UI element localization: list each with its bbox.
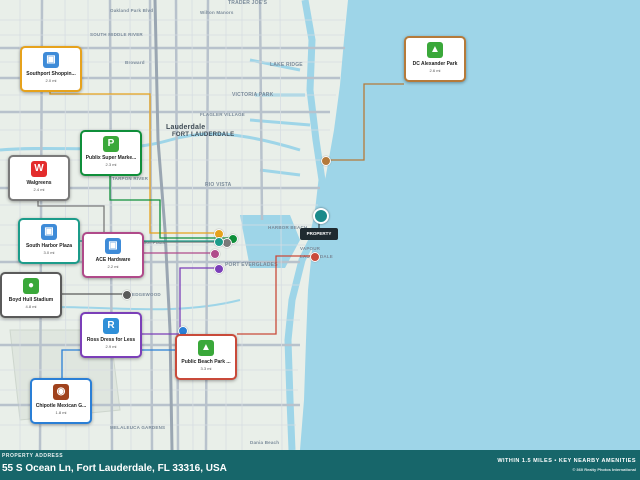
map-label-melaleuca-gardens: MELALEUCA GARDENS [110,425,166,430]
poi-name: ACE Hardware [95,257,131,263]
poi-distance: 2.2 mi [107,264,119,269]
poi-distance: 2.3 mi [105,162,117,167]
shopping-bag-icon: ▣ [41,224,57,240]
map-label-south-middle-river: SOUTH MIDDLE RIVER [90,32,143,37]
map-label-rio-vista: RIO VISTA [205,182,232,188]
poi-pin-3[interactable] [214,237,224,247]
poi-card[interactable]: ▲ Public Beach Park ... 3.3 mi [175,334,237,380]
poi-distance: 2.4 mi [33,187,45,192]
publix-icon: P [103,136,119,152]
poi-distance: 2.0 mi [45,78,57,83]
map-label-tarpon-river: TARPON RIVER [112,176,149,181]
poi-name: Boyd Hull Stadium [8,297,54,303]
walgreens-icon: W [31,161,47,177]
map-label-dania-beach: Dania Beach [250,440,280,445]
credit: © 360 Realty Photos International [572,467,636,472]
tree-icon: ▲ [427,42,443,58]
footer-bar: PROPERTY ADDRESS 55 S Ocean Ln, Fort Lau… [0,450,640,480]
map-label-oakland-park: Oakland Park Blvd [110,8,154,13]
ocean [300,0,640,450]
stadium-icon: ● [23,278,39,294]
property-label[interactable]: PROPERTY [300,228,338,240]
poi-distance: 2.9 mi [105,344,117,349]
map-canvas [0,0,640,450]
poi-card[interactable]: ▲ DC Alexander Park 2.6 mi [404,36,466,82]
map-label-lake-ridge: LAKE RIDGE [270,62,303,68]
poi-distance: 2.6 mi [429,68,441,73]
poi-pin-9[interactable] [321,156,331,166]
poi-card[interactable]: W Walgreens 2.4 mi [8,155,70,201]
poi-name: Chipotle Mexican G... [35,403,87,409]
poi-pin-4[interactable] [210,249,220,259]
map-label-wilton-manors: Wilton Manors [200,10,234,15]
map-label-fort-lauderdale: FORT LAUDERDALE [172,132,235,138]
poi-card[interactable]: ▣ Southport Shoppin... 2.0 mi [20,46,82,92]
map[interactable]: TRADER JOE'S FORT LAUDERDALE LAKE RIDGE … [0,0,640,450]
map-label-edgewood: EDGEWOOD [132,292,161,297]
map-label-trader-joes: TRADER JOE'S [228,0,268,6]
property-address: 55 S Ocean Ln, Fort Lauderdale, FL 33316… [2,463,227,474]
poi-distance: 1.8 mi [55,410,67,415]
poi-name: South Harbor Plaza [25,243,73,249]
poi-pin-7[interactable] [310,252,320,262]
poi-distance: 3.0 mi [43,250,55,255]
poi-pin-6[interactable] [214,264,224,274]
poi-name: Public Beach Park ... [181,359,231,365]
address-label: PROPERTY ADDRESS [2,453,64,459]
map-label-port-everglades: PORT EVERGLADES [225,262,278,268]
poi-card[interactable]: ◉ Chipotle Mexican G... 1.8 mi [30,378,92,424]
poi-name: Walgreens [26,180,52,186]
chipotle-icon: ◉ [53,384,69,400]
poi-name: Ross Dress for Less [86,337,136,343]
tagline: WITHIN 1.5 MILES • KEY NEARBY AMENITIES [497,458,636,464]
property-pin[interactable] [313,208,329,224]
tree-icon: ▲ [198,340,214,356]
map-label-vapour: VAPOUR [300,246,321,251]
map-label-flagler-village: FLAGLER VILLAGE [200,112,245,117]
poi-card[interactable]: ▣ ACE Hardware 2.2 mi [82,232,144,278]
map-label-broward: Broward [125,60,145,65]
poi-card[interactable]: P Publix Super Marke... 2.3 mi [80,130,142,176]
shopping-bag-icon: ▣ [43,52,59,68]
poi-pin-5[interactable] [122,290,132,300]
poi-name: Publix Super Marke... [85,155,137,161]
map-label-lauderdale: Lauderdale [166,124,206,131]
poi-distance: 3.3 mi [200,366,212,371]
poi-card[interactable]: R Ross Dress for Less 2.9 mi [80,312,142,358]
poi-distance: 4.8 mi [25,304,37,309]
poi-name: DC Alexander Park [412,61,458,67]
ross-icon: R [103,318,119,334]
poi-card[interactable]: ● Boyd Hull Stadium 4.8 mi [0,272,62,318]
poi-name: Southport Shoppin... [26,71,76,77]
shopping-bag-icon: ▣ [105,238,121,254]
map-label-victoria-park: VICTORIA PARK [232,92,274,98]
poi-card[interactable]: ▣ South Harbor Plaza 3.0 mi [18,218,80,264]
